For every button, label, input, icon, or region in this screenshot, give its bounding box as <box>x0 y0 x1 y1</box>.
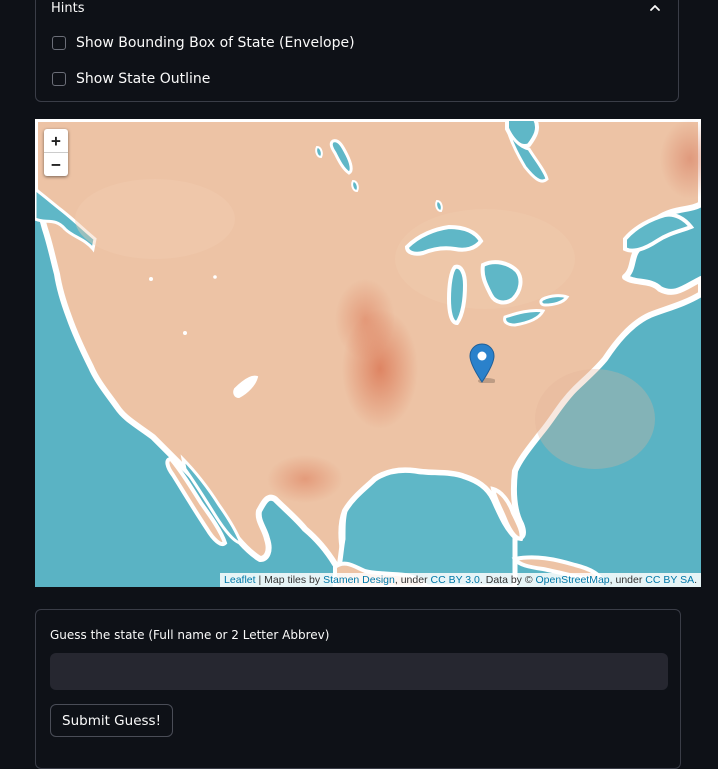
zoom-control: + − <box>44 129 68 176</box>
map-attribution: Leaflet | Map tiles by Stamen Design, un… <box>220 573 701 587</box>
leaflet-link[interactable]: Leaflet <box>224 574 256 586</box>
attribution-text-3: . Data by © <box>479 574 536 586</box>
bounding-box-checkbox-label: Show Bounding Box of State (Envelope) <box>76 35 355 51</box>
guess-input[interactable] <box>50 653 668 690</box>
lake-michigan <box>446 264 468 326</box>
cc-by-sa-link[interactable]: CC BY SA <box>645 574 694 586</box>
osm-link[interactable]: OpenStreetMap <box>536 574 610 586</box>
attribution-text-1: | Map tiles by <box>255 574 324 586</box>
hints-title[interactable]: Hints <box>51 1 85 16</box>
state-outline-checkbox[interactable] <box>52 72 66 86</box>
map-container[interactable]: + − Leaflet | Map tiles by Stamen Design… <box>35 119 701 587</box>
zoom-out-button[interactable]: − <box>44 152 68 176</box>
map-marker-icon[interactable] <box>469 343 495 383</box>
map-tiles[interactable] <box>35 119 701 587</box>
attribution-text-2: , under <box>394 574 431 586</box>
submit-guess-button[interactable]: Submit Guess! <box>50 704 173 737</box>
bounding-box-checkbox-row[interactable]: Show Bounding Box of State (Envelope) <box>52 33 355 53</box>
state-outline-checkbox-row[interactable]: Show State Outline <box>52 69 210 89</box>
attribution-text-4: , under <box>609 574 646 586</box>
guess-input-label: Guess the state (Full name or 2 Letter A… <box>50 628 330 642</box>
hints-expander: Hints Show Bounding Box of State (Envelo… <box>35 0 679 102</box>
state-outline-checkbox-label: Show State Outline <box>76 71 211 87</box>
zoom-in-button[interactable]: + <box>44 129 68 152</box>
guess-form: Guess the state (Full name or 2 Letter A… <box>35 609 681 769</box>
chevron-up-icon[interactable] <box>648 1 662 15</box>
cc-by-link[interactable]: CC BY 3.0 <box>430 574 479 586</box>
bounding-box-checkbox[interactable] <box>52 36 66 50</box>
stamen-link[interactable]: Stamen Design <box>323 574 395 586</box>
attribution-text-5: . <box>694 574 697 586</box>
